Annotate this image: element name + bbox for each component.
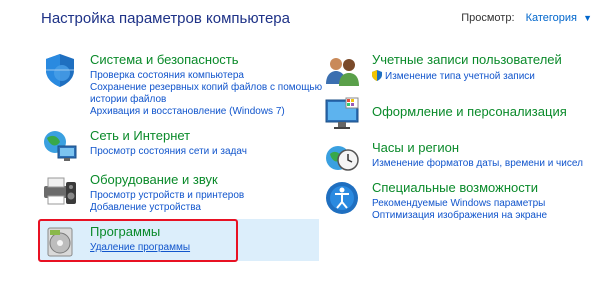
task-link[interactable]: Просмотр устройств и принтеров: [90, 190, 330, 202]
view-by: Просмотр: Категория ▼: [461, 12, 592, 24]
task-link[interactable]: Рекомендуемые Windows параметры: [372, 198, 600, 210]
task-link[interactable]: Изменение типа учетной записи: [372, 70, 600, 83]
category-clock-region: Часы и регион Изменение форматов даты, в…: [324, 140, 594, 180]
accessibility-icon: [324, 180, 360, 216]
category-system-security: Система и безопасность Проверка состояни…: [42, 52, 322, 122]
category-network-internet: Сеть и Интернет Просмотр состояния сети …: [42, 128, 322, 168]
task-link[interactable]: Оптимизация изображения на экране: [372, 210, 600, 222]
category-user-accounts: Учетные записи пользователей Изменение т…: [324, 52, 594, 92]
task-link[interactable]: Архивация и восстановление (Windows 7): [90, 106, 330, 118]
annotation-highlight-box: [38, 219, 238, 262]
task-link[interactable]: Добавление устройства: [90, 202, 330, 214]
category-heading[interactable]: Система и безопасность: [90, 52, 330, 68]
appearance-monitor-icon: [324, 96, 360, 132]
clock-globe-icon: [324, 140, 360, 176]
category-heading[interactable]: Оборудование и звук: [90, 172, 330, 188]
category-heading[interactable]: Специальные возможности: [372, 180, 600, 196]
category-heading[interactable]: Сеть и Интернет: [90, 128, 330, 144]
category-ease-of-access: Специальные возможности Рекомендуемые Wi…: [324, 180, 594, 224]
uac-shield-icon: [372, 70, 382, 81]
task-link[interactable]: Сохранение резервных копий файлов с помо…: [90, 82, 330, 106]
task-link[interactable]: Проверка состояния компьютера: [90, 70, 330, 82]
category-heading[interactable]: Учетные записи пользователей: [372, 52, 600, 68]
task-link-label: Изменение типа учетной записи: [385, 71, 535, 82]
shield-security-icon: [42, 52, 78, 88]
task-link[interactable]: Просмотр состояния сети и задач: [90, 146, 330, 158]
view-by-label: Просмотр:: [461, 12, 515, 24]
category-heading[interactable]: Оформление и персонализация: [372, 104, 600, 120]
users-icon: [324, 52, 360, 88]
category-hardware-sound: Оборудование и звук Просмотр устройств и…: [42, 172, 322, 218]
category-heading[interactable]: Часы и регион: [372, 140, 600, 156]
network-globe-icon: [42, 128, 78, 164]
view-by-dropdown[interactable]: Категория: [526, 12, 577, 24]
task-link[interactable]: Изменение форматов даты, времени и чисел: [372, 158, 600, 170]
category-appearance: Оформление и персонализация: [324, 96, 594, 136]
printer-speaker-icon: [42, 172, 78, 208]
chevron-down-icon[interactable]: ▼: [583, 13, 592, 23]
window-title: Настройка параметров компьютера: [41, 10, 290, 27]
